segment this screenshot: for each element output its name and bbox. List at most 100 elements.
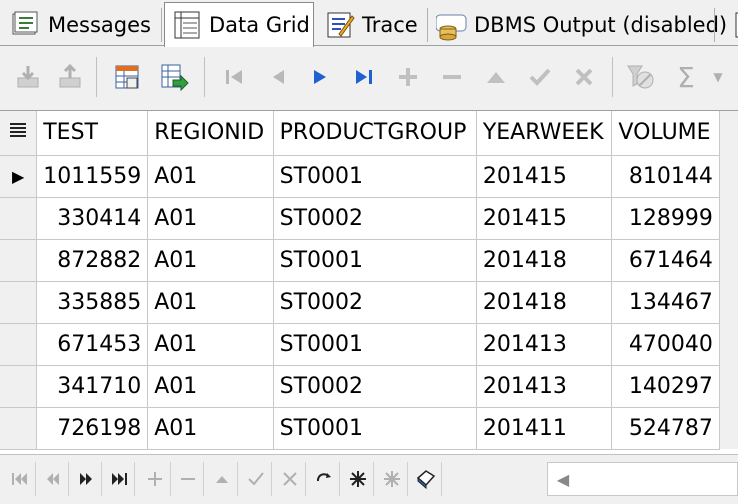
table-row[interactable]: 335885 A01 ST0002 201418 134467 (0, 281, 738, 324)
insert-record-icon[interactable] (390, 59, 426, 95)
cell-regionid[interactable]: A01 (147, 365, 274, 408)
tab-overflow[interactable] (720, 4, 738, 46)
grid-empty-area (719, 407, 738, 449)
prior-record-icon[interactable] (260, 59, 296, 95)
row-selector[interactable] (0, 197, 38, 240)
cell-regionid[interactable]: A01 (147, 407, 274, 450)
tab-trace[interactable]: Trace (318, 4, 418, 46)
cell-volume[interactable]: 470040 (611, 323, 720, 366)
first-record-icon[interactable] (216, 59, 252, 95)
dbms-output-icon (436, 9, 468, 41)
cell-yearweek[interactable]: 201413 (476, 365, 613, 408)
cell-yearweek[interactable]: 201413 (476, 323, 613, 366)
import-icon[interactable] (10, 59, 46, 95)
nav-refresh-icon[interactable] (308, 462, 340, 496)
cell-productgroup[interactable]: ST0002 (273, 197, 477, 240)
scroll-left-icon[interactable]: ◀ (548, 463, 578, 495)
chevron-down-icon[interactable]: ▼ (706, 59, 730, 95)
cell-yearweek[interactable]: 201411 (476, 407, 613, 450)
nav-delete-icon[interactable] (172, 462, 204, 496)
row-selector[interactable] (0, 365, 38, 408)
cell-volume[interactable]: 140297 (611, 365, 720, 408)
cell-test[interactable]: 726198 (36, 407, 149, 450)
table-row[interactable]: 330414 A01 ST0002 201415 128999 (0, 197, 738, 240)
column-header-test[interactable]: TEST (36, 111, 149, 156)
table-row[interactable]: 341710 A01 ST0002 201413 140297 (0, 365, 738, 408)
table-row[interactable]: 726198 A01 ST0001 201411 524787 (0, 407, 738, 450)
nav-cancel-icon[interactable] (274, 462, 306, 496)
post-edit-icon[interactable] (522, 59, 558, 95)
clear-filter-icon[interactable] (622, 59, 658, 95)
row-selector[interactable] (0, 407, 38, 450)
column-header-volume[interactable]: VOLUME (611, 111, 720, 156)
next-record-icon[interactable] (302, 59, 338, 95)
grid-empty-area (719, 239, 738, 281)
cell-volume[interactable]: 524787 (611, 407, 720, 450)
cell-regionid[interactable]: A01 (147, 155, 274, 198)
sigma-icon[interactable]: Σ (668, 59, 704, 95)
data-navigator: ◀ (0, 454, 738, 504)
horizontal-scrollbar[interactable]: ◀ (547, 462, 738, 496)
cell-test[interactable]: 335885 (36, 281, 149, 324)
export-icon[interactable] (52, 59, 88, 95)
tab-label: Trace (362, 13, 418, 37)
cell-test[interactable]: 330414 (36, 197, 149, 240)
tab-messages[interactable]: Messages (4, 4, 151, 46)
column-header-productgroup[interactable]: PRODUCTGROUP (273, 111, 477, 156)
cell-volume[interactable]: 128999 (611, 197, 720, 240)
cell-test[interactable]: 1011559 (36, 155, 149, 198)
tab-data-grid[interactable]: Data Grid (164, 2, 314, 47)
row-selector[interactable] (0, 281, 38, 324)
cell-productgroup[interactable]: ST0001 (273, 323, 477, 366)
cell-test[interactable]: 671453 (36, 323, 149, 366)
trace-icon (324, 9, 356, 41)
column-header-yearweek[interactable]: YEARWEEK (476, 111, 613, 156)
cell-yearweek[interactable]: 201415 (476, 155, 613, 198)
cell-volume[interactable]: 810144 (611, 155, 720, 198)
cell-test[interactable]: 341710 (36, 365, 149, 408)
nav-last-icon[interactable] (103, 462, 135, 496)
cell-productgroup[interactable]: ST0001 (273, 239, 477, 282)
row-selector-header[interactable] (0, 111, 38, 156)
nav-first-icon[interactable] (4, 462, 36, 496)
cancel-edit-icon[interactable] (566, 59, 602, 95)
table-row[interactable]: 872882 A01 ST0001 201418 671464 (0, 239, 738, 282)
cell-yearweek[interactable]: 201418 (476, 281, 613, 324)
nav-edit-icon[interactable] (206, 462, 238, 496)
cell-yearweek[interactable]: 201418 (476, 239, 613, 282)
tab-label: DBMS Output (disabled) (474, 13, 728, 37)
current-row-indicator[interactable]: ▶ (0, 155, 38, 198)
edit-record-icon[interactable] (478, 59, 514, 95)
row-selector[interactable] (0, 239, 38, 282)
nav-post-icon[interactable] (240, 462, 272, 496)
grid-view-icon[interactable] (110, 59, 146, 95)
row-selector[interactable] (0, 323, 38, 366)
cell-regionid[interactable]: A01 (147, 239, 274, 282)
cell-productgroup[interactable]: ST0001 (273, 155, 477, 198)
nav-bookmark-icon[interactable] (410, 462, 442, 496)
nav-next-page-icon[interactable] (70, 462, 102, 496)
last-record-icon[interactable] (346, 59, 382, 95)
tab-dbms-output[interactable]: DBMS Output (disabled) (430, 4, 727, 46)
cell-productgroup[interactable]: ST0002 (273, 281, 477, 324)
cell-regionid[interactable]: A01 (147, 281, 274, 324)
table-row[interactable]: ▶ 1011559 A01 ST0001 201415 810144 (0, 155, 738, 198)
delete-record-icon[interactable] (434, 59, 470, 95)
table-row[interactable]: 671453 A01 ST0001 201413 470040 (0, 323, 738, 366)
grid-empty-area (719, 155, 738, 197)
cell-productgroup[interactable]: ST0002 (273, 365, 477, 408)
cell-volume[interactable]: 671464 (611, 239, 720, 282)
nav-insert-icon[interactable] (139, 462, 171, 496)
cell-test[interactable]: 872882 (36, 239, 149, 282)
cell-productgroup[interactable]: ST0001 (273, 407, 477, 450)
grid-toolbar: Σ ▼ (0, 47, 738, 107)
export-grid-icon[interactable] (156, 59, 192, 95)
column-header-regionid[interactable]: REGIONID (147, 111, 274, 156)
nav-prior-page-icon[interactable] (37, 462, 69, 496)
cell-yearweek[interactable]: 201415 (476, 197, 613, 240)
cell-volume[interactable]: 134467 (611, 281, 720, 324)
cell-regionid[interactable]: A01 (147, 323, 274, 366)
nav-filter-clear-icon[interactable] (376, 462, 408, 496)
cell-regionid[interactable]: A01 (147, 197, 274, 240)
nav-filter-icon[interactable] (342, 462, 374, 496)
